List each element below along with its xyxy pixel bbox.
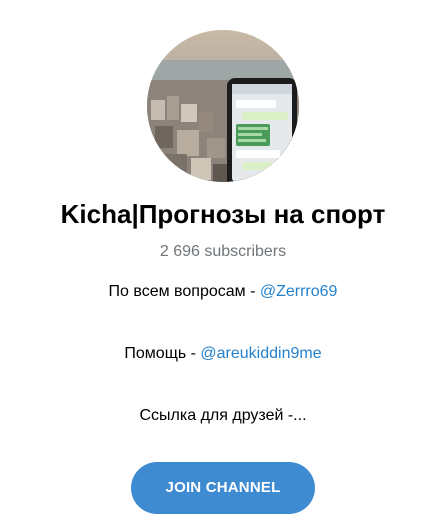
description-line-friends: Ссылка для друзей -... [139, 407, 307, 424]
description-line-help: Помощь - @areukiddin9me [0, 343, 446, 365]
help-link-areukiddin9me[interactable]: @areukiddin9me [200, 345, 321, 362]
description-text-help: Помощь - [124, 345, 201, 362]
description-line-questions: По всем вопросам - @Zerrro69 [0, 281, 446, 303]
channel-avatar [147, 30, 299, 182]
channel-title: Kicha|Прогнозы на спорт [60, 199, 386, 229]
subscriber-count: 2 696 subscribers [159, 243, 287, 260]
channel-preview-page: Kicha|Прогнозы на спорт 2 696 subscriber… [0, 0, 446, 525]
channel-avatar-image [147, 30, 299, 182]
join-channel-button[interactable]: JOIN CHANNEL [131, 462, 315, 514]
contact-link-zerrro69[interactable]: @Zerrro69 [260, 283, 338, 300]
description-text-questions: По всем вопросам - [108, 283, 260, 300]
